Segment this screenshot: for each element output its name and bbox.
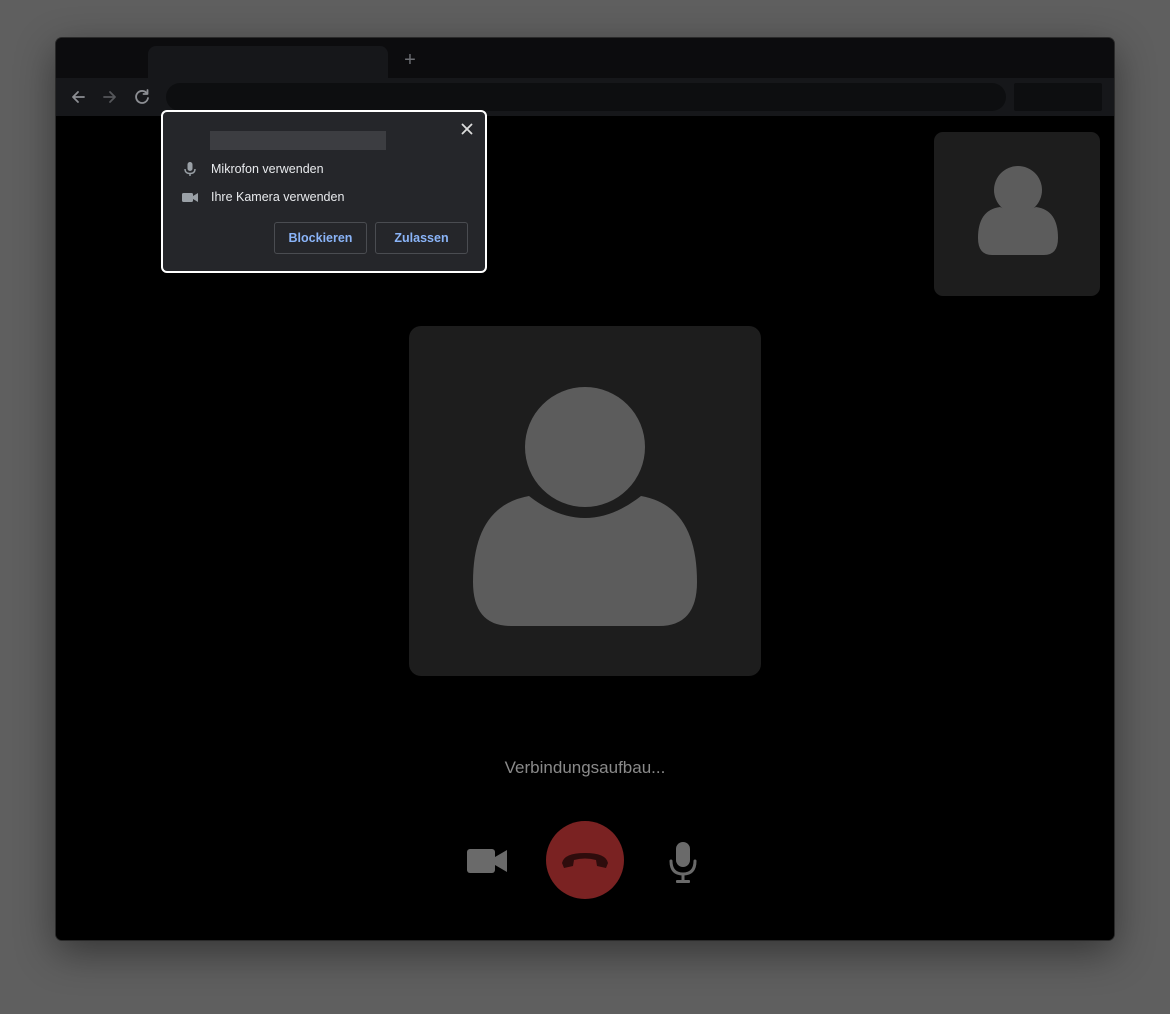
microphone-icon <box>181 160 199 178</box>
camera-icon <box>467 849 507 873</box>
remote-video-tile <box>409 326 761 676</box>
close-button[interactable] <box>459 121 475 137</box>
permission-microphone: Mikrofon verwenden <box>181 160 324 178</box>
new-tab-button[interactable]: + <box>400 50 420 70</box>
connection-status: Verbindungsaufbau... <box>504 758 666 777</box>
reload-icon <box>135 89 149 104</box>
site-origin-placeholder <box>210 131 386 150</box>
allow-button[interactable]: Zulassen <box>375 222 468 254</box>
permission-microphone-label: Mikrofon verwenden <box>211 162 324 176</box>
permission-camera: Ihre Kamera verwenden <box>181 188 344 206</box>
close-icon <box>461 123 473 135</box>
hangup-button[interactable] <box>546 821 624 899</box>
permission-prompt: Mikrofon verwenden Ihre Kamera verwenden… <box>161 110 487 273</box>
browser-window: + Verbindungsaufbau... Mikrofon verwende… <box>56 38 1114 940</box>
forward-button[interactable] <box>100 87 120 107</box>
user-avatar-icon <box>473 387 697 626</box>
self-video-tile <box>934 132 1100 296</box>
extensions-area[interactable] <box>1014 83 1102 111</box>
tab-strip: + <box>56 38 1114 78</box>
hangup-icon <box>562 853 608 868</box>
user-avatar-icon <box>978 166 1058 255</box>
camera-toggle-button[interactable] <box>466 848 508 879</box>
permission-camera-label: Ihre Kamera verwenden <box>211 190 345 204</box>
back-button[interactable] <box>68 87 88 107</box>
address-bar[interactable] <box>166 83 1006 111</box>
camera-icon <box>181 188 199 206</box>
arrow-left-icon <box>72 91 85 103</box>
reload-button[interactable] <box>132 87 152 107</box>
microphone-icon <box>669 842 697 883</box>
arrow-right-icon <box>103 91 116 103</box>
browser-tab[interactable] <box>148 46 388 78</box>
block-button[interactable]: Blockieren <box>274 222 367 254</box>
microphone-toggle-button[interactable] <box>668 841 698 888</box>
